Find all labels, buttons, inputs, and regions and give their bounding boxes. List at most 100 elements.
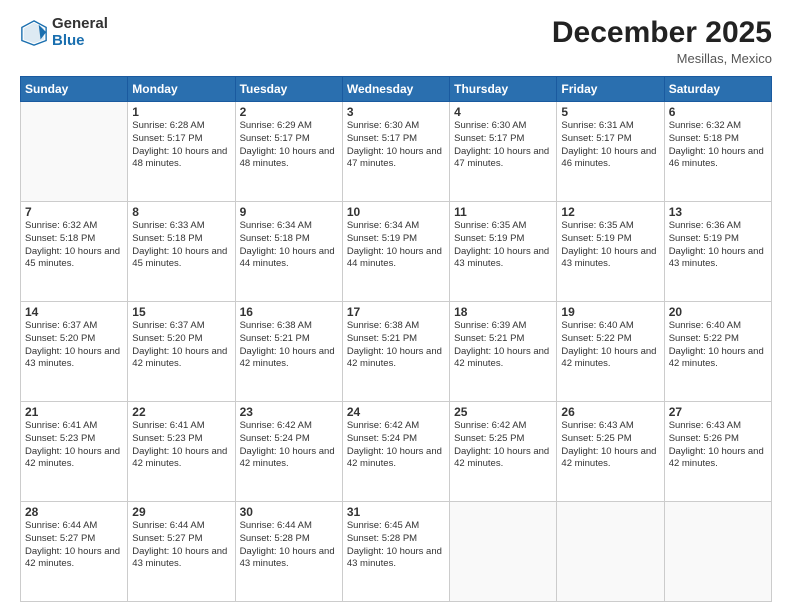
day-info: Sunrise: 6:43 AMSunset: 5:25 PMDaylight:… [561, 420, 659, 471]
day-number: 4 [454, 105, 552, 119]
day-number: 24 [347, 405, 445, 419]
calendar-dow-thursday: Thursday [450, 77, 557, 102]
calendar-cell: 6Sunrise: 6:32 AMSunset: 5:18 PMDaylight… [664, 102, 771, 202]
calendar-page: General Blue December 2025 Mesillas, Mex… [0, 0, 792, 612]
day-info: Sunrise: 6:29 AMSunset: 5:17 PMDaylight:… [240, 120, 338, 171]
month-title: December 2025 [552, 16, 772, 49]
day-info: Sunrise: 6:31 AMSunset: 5:17 PMDaylight:… [561, 120, 659, 171]
calendar-cell: 4Sunrise: 6:30 AMSunset: 5:17 PMDaylight… [450, 102, 557, 202]
title-block: December 2025 Mesillas, Mexico [552, 16, 772, 66]
day-number: 17 [347, 305, 445, 319]
day-info: Sunrise: 6:40 AMSunset: 5:22 PMDaylight:… [669, 320, 767, 371]
day-number: 16 [240, 305, 338, 319]
logo-general-text: General [52, 16, 108, 33]
calendar-cell: 11Sunrise: 6:35 AMSunset: 5:19 PMDayligh… [450, 202, 557, 302]
calendar-dow-monday: Monday [128, 77, 235, 102]
day-info: Sunrise: 6:32 AMSunset: 5:18 PMDaylight:… [669, 120, 767, 171]
day-info: Sunrise: 6:44 AMSunset: 5:27 PMDaylight:… [132, 520, 230, 571]
calendar-cell: 9Sunrise: 6:34 AMSunset: 5:18 PMDaylight… [235, 202, 342, 302]
day-info: Sunrise: 6:43 AMSunset: 5:26 PMDaylight:… [669, 420, 767, 471]
calendar-dow-friday: Friday [557, 77, 664, 102]
calendar-cell: 2Sunrise: 6:29 AMSunset: 5:17 PMDaylight… [235, 102, 342, 202]
day-number: 19 [561, 305, 659, 319]
calendar-dow-wednesday: Wednesday [342, 77, 449, 102]
calendar-week-1: 1Sunrise: 6:28 AMSunset: 5:17 PMDaylight… [21, 102, 772, 202]
calendar-cell: 14Sunrise: 6:37 AMSunset: 5:20 PMDayligh… [21, 302, 128, 402]
day-number: 18 [454, 305, 552, 319]
logo: General Blue [20, 16, 108, 49]
day-info: Sunrise: 6:40 AMSunset: 5:22 PMDaylight:… [561, 320, 659, 371]
day-number: 9 [240, 205, 338, 219]
calendar-week-5: 28Sunrise: 6:44 AMSunset: 5:27 PMDayligh… [21, 502, 772, 602]
day-number: 28 [25, 505, 123, 519]
day-info: Sunrise: 6:44 AMSunset: 5:27 PMDaylight:… [25, 520, 123, 571]
day-number: 20 [669, 305, 767, 319]
calendar-dow-tuesday: Tuesday [235, 77, 342, 102]
day-number: 27 [669, 405, 767, 419]
calendar-cell: 19Sunrise: 6:40 AMSunset: 5:22 PMDayligh… [557, 302, 664, 402]
calendar-week-4: 21 Sunrise: 6:41 AMSunset: 5:23 PMDayligh… [21, 402, 772, 502]
day-number: 13 [669, 205, 767, 219]
logo-icon [20, 19, 48, 47]
calendar-cell [450, 502, 557, 602]
day-number: 2 [240, 105, 338, 119]
calendar-cell: 27Sunrise: 6:43 AMSunset: 5:26 PMDayligh… [664, 402, 771, 502]
day-number: 11 [454, 205, 552, 219]
day-number: 3 [347, 105, 445, 119]
day-info: Sunrise: 6:36 AMSunset: 5:19 PMDaylight:… [669, 220, 767, 271]
header: General Blue December 2025 Mesillas, Mex… [20, 16, 772, 66]
day-number: 8 [132, 205, 230, 219]
day-info: Sunrise: 6:42 AMSunset: 5:24 PMDaylight:… [347, 420, 445, 471]
calendar-cell: 24Sunrise: 6:42 AMSunset: 5:24 PMDayligh… [342, 402, 449, 502]
calendar-cell: 12Sunrise: 6:35 AMSunset: 5:19 PMDayligh… [557, 202, 664, 302]
day-number: 21 [25, 405, 123, 419]
day-number: 30 [240, 505, 338, 519]
calendar-cell [21, 102, 128, 202]
calendar-cell [557, 502, 664, 602]
day-info: Sunrise: 6:41 AMSunset: 5:23 PMDaylight:… [132, 420, 230, 471]
calendar-cell: 30Sunrise: 6:44 AMSunset: 5:28 PMDayligh… [235, 502, 342, 602]
day-number: 22 [132, 405, 230, 419]
location: Mesillas, Mexico [552, 51, 772, 66]
calendar-cell: 26Sunrise: 6:43 AMSunset: 5:25 PMDayligh… [557, 402, 664, 502]
calendar-week-2: 7Sunrise: 6:32 AMSunset: 5:18 PMDaylight… [21, 202, 772, 302]
day-info: Sunrise: 6:30 AMSunset: 5:17 PMDaylight:… [454, 120, 552, 171]
day-info: Sunrise: 6:35 AMSunset: 5:19 PMDaylight:… [561, 220, 659, 271]
calendar-cell: 28Sunrise: 6:44 AMSunset: 5:27 PMDayligh… [21, 502, 128, 602]
calendar-dow-saturday: Saturday [664, 77, 771, 102]
day-info: Sunrise: 6:44 AMSunset: 5:28 PMDaylight:… [240, 520, 338, 571]
day-number: 12 [561, 205, 659, 219]
day-info: Sunrise: 6:39 AMSunset: 5:21 PMDaylight:… [454, 320, 552, 371]
day-number: 23 [240, 405, 338, 419]
calendar-cell: 3Sunrise: 6:30 AMSunset: 5:17 PMDaylight… [342, 102, 449, 202]
logo-text: General Blue [52, 16, 108, 49]
day-number: 15 [132, 305, 230, 319]
day-info: Sunrise: 6:42 AMSunset: 5:25 PMDaylight:… [454, 420, 552, 471]
calendar-cell: 20Sunrise: 6:40 AMSunset: 5:22 PMDayligh… [664, 302, 771, 402]
calendar-cell: 16Sunrise: 6:38 AMSunset: 5:21 PMDayligh… [235, 302, 342, 402]
day-info: Sunrise: 6:34 AMSunset: 5:19 PMDaylight:… [347, 220, 445, 271]
calendar-cell: 5Sunrise: 6:31 AMSunset: 5:17 PMDaylight… [557, 102, 664, 202]
calendar-cell: 22Sunrise: 6:41 AMSunset: 5:23 PMDayligh… [128, 402, 235, 502]
day-info: Sunrise: 6:33 AMSunset: 5:18 PMDaylight:… [132, 220, 230, 271]
calendar-cell [664, 502, 771, 602]
day-info: Sunrise: 6:45 AMSunset: 5:28 PMDaylight:… [347, 520, 445, 571]
calendar-cell: 7Sunrise: 6:32 AMSunset: 5:18 PMDaylight… [21, 202, 128, 302]
calendar-cell: 23Sunrise: 6:42 AMSunset: 5:24 PMDayligh… [235, 402, 342, 502]
calendar-cell: 13Sunrise: 6:36 AMSunset: 5:19 PMDayligh… [664, 202, 771, 302]
calendar-cell: 18Sunrise: 6:39 AMSunset: 5:21 PMDayligh… [450, 302, 557, 402]
day-info: Sunrise: 6:38 AMSunset: 5:21 PMDaylight:… [240, 320, 338, 371]
calendar-cell: 15Sunrise: 6:37 AMSunset: 5:20 PMDayligh… [128, 302, 235, 402]
day-number: 6 [669, 105, 767, 119]
day-number: 7 [25, 205, 123, 219]
day-info: Sunrise: 6:34 AMSunset: 5:18 PMDaylight:… [240, 220, 338, 271]
calendar-cell: 1Sunrise: 6:28 AMSunset: 5:17 PMDaylight… [128, 102, 235, 202]
calendar-week-3: 14Sunrise: 6:37 AMSunset: 5:20 PMDayligh… [21, 302, 772, 402]
day-info: Sunrise: 6:37 AMSunset: 5:20 PMDaylight:… [25, 320, 123, 371]
day-number: 25 [454, 405, 552, 419]
day-number: 31 [347, 505, 445, 519]
calendar-header-row: SundayMondayTuesdayWednesdayThursdayFrid… [21, 77, 772, 102]
day-info: Sunrise: 6:37 AMSunset: 5:20 PMDaylight:… [132, 320, 230, 371]
day-number: 10 [347, 205, 445, 219]
day-number: 29 [132, 505, 230, 519]
